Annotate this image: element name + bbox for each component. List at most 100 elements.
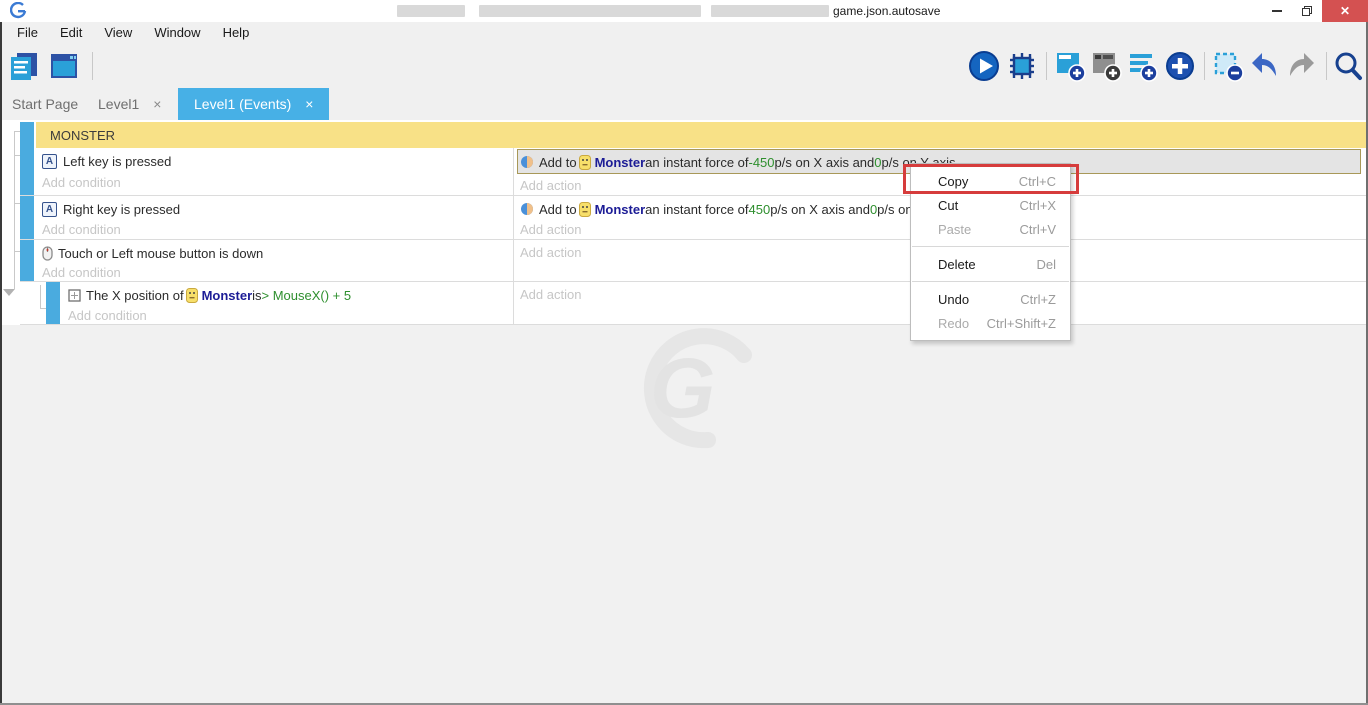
undo-icon[interactable] bbox=[1248, 50, 1280, 82]
condition-text: Right key is pressed bbox=[63, 202, 180, 217]
collapse-arrow-icon[interactable] bbox=[3, 289, 15, 296]
add-condition-link[interactable]: Add condition bbox=[68, 306, 147, 326]
condition-text: Touch or Left mouse button is down bbox=[58, 246, 263, 261]
menu-file[interactable]: File bbox=[6, 22, 49, 44]
action-add-force-row2[interactable]: Add to Monster an instant force of 450 p… bbox=[520, 198, 951, 220]
condition-x-position[interactable]: The X position of Monster is > MouseX() … bbox=[68, 284, 351, 306]
menu-item-shortcut: Ctrl+C bbox=[1019, 174, 1056, 189]
gdevelop-logo-icon bbox=[10, 2, 28, 20]
gdevelop-watermark: G bbox=[610, 325, 760, 455]
menu-item-shortcut: Ctrl+X bbox=[1020, 198, 1056, 213]
scene-editor-icon[interactable] bbox=[48, 50, 80, 82]
tab-close-icon[interactable]: × bbox=[305, 96, 313, 112]
mouse-icon bbox=[42, 246, 53, 261]
condition-left-key[interactable]: A Left key is pressed bbox=[42, 150, 171, 172]
condition-expression: > MouseX() + 5 bbox=[262, 288, 352, 303]
action-text: p/s on X axis and bbox=[775, 155, 875, 170]
add-other-event-icon[interactable] bbox=[1164, 50, 1196, 82]
action-text: p/s on X axis and bbox=[770, 202, 870, 217]
keyboard-key-icon: A bbox=[42, 154, 57, 169]
minimize-icon bbox=[1272, 10, 1282, 12]
menu-separator bbox=[912, 246, 1069, 247]
add-action-link[interactable]: Add action bbox=[520, 220, 581, 240]
toolbar-separator bbox=[1046, 52, 1047, 80]
monster-object-icon bbox=[579, 155, 591, 170]
action-add-force-row1[interactable]: Add to Monster an instant force of -450 … bbox=[520, 151, 955, 173]
add-event-icon[interactable] bbox=[1054, 50, 1086, 82]
toolbar bbox=[0, 44, 1368, 88]
row-divider bbox=[20, 281, 1368, 282]
group-event-bar[interactable] bbox=[20, 122, 34, 148]
tab-close-icon[interactable]: × bbox=[153, 96, 161, 112]
add-condition-link[interactable]: Add condition bbox=[42, 263, 121, 283]
menu-view[interactable]: View bbox=[93, 22, 143, 44]
debug-icon[interactable] bbox=[1006, 50, 1038, 82]
tab-start-page[interactable]: Start Page bbox=[12, 88, 78, 120]
add-comment-icon[interactable] bbox=[1126, 50, 1158, 82]
tab-label: Level1 (Events) bbox=[194, 96, 291, 112]
tree-connector bbox=[40, 285, 41, 309]
row-divider bbox=[20, 239, 1368, 240]
context-menu: Copy Ctrl+C Cut Ctrl+X Paste Ctrl+V Dele… bbox=[910, 163, 1071, 341]
menu-item-shortcut: Ctrl+Z bbox=[1020, 292, 1056, 307]
condition-right-key[interactable]: A Right key is pressed bbox=[42, 198, 180, 220]
sub-event-bar[interactable] bbox=[46, 282, 60, 324]
redo-icon[interactable] bbox=[1286, 50, 1318, 82]
action-value: -450 bbox=[749, 155, 775, 170]
restore-button[interactable] bbox=[1292, 0, 1322, 22]
context-menu-copy[interactable]: Copy Ctrl+C bbox=[911, 169, 1070, 193]
add-sub-event-icon[interactable] bbox=[1090, 50, 1122, 82]
menu-help[interactable]: Help bbox=[212, 22, 261, 44]
title-bar: game.json.autosave ✕ bbox=[0, 0, 1368, 22]
unselect-all-icon[interactable] bbox=[1212, 50, 1244, 82]
toolbar-separator bbox=[1326, 52, 1327, 80]
menu-item-shortcut: Del bbox=[1036, 257, 1056, 272]
tab-label: Start Page bbox=[12, 96, 78, 112]
minimize-button[interactable] bbox=[1262, 0, 1292, 22]
monster-object-icon bbox=[579, 202, 591, 217]
redacted-title-block bbox=[397, 5, 465, 17]
action-value: 0 bbox=[870, 202, 877, 217]
tab-level1[interactable]: Level1 × bbox=[98, 88, 161, 120]
keyboard-key-icon: A bbox=[42, 202, 57, 217]
window-title: game.json.autosave bbox=[833, 4, 940, 18]
tab-bar: Start Page Level1 × Level1 (Events) × bbox=[0, 88, 1368, 120]
project-manager-icon[interactable] bbox=[8, 50, 40, 82]
add-action-link[interactable]: Add action bbox=[520, 285, 581, 305]
context-menu-delete[interactable]: Delete Del bbox=[911, 252, 1070, 276]
menu-item-shortcut: Ctrl+V bbox=[1020, 222, 1056, 237]
event-bar[interactable] bbox=[20, 196, 34, 239]
condition-touch-mouse[interactable]: Touch or Left mouse button is down bbox=[42, 242, 263, 264]
group-header[interactable]: MONSTER bbox=[36, 122, 1368, 148]
condition-action-divider bbox=[513, 148, 514, 325]
events-sheet[interactable]: G MONSTER A Left key is pressed Add cond… bbox=[0, 120, 1368, 705]
add-condition-link[interactable]: Add condition bbox=[42, 173, 121, 193]
menu-item-label: Redo bbox=[938, 316, 969, 331]
menu-separator bbox=[912, 281, 1069, 282]
add-action-link[interactable]: Add action bbox=[520, 176, 581, 196]
add-action-link[interactable]: Add action bbox=[520, 243, 581, 263]
play-icon[interactable] bbox=[968, 50, 1000, 82]
tab-label: Level1 bbox=[98, 96, 139, 112]
toolbar-separator bbox=[1204, 52, 1205, 80]
action-value: 0 bbox=[874, 155, 881, 170]
menu-item-label: Undo bbox=[938, 292, 969, 307]
context-menu-undo[interactable]: Undo Ctrl+Z bbox=[911, 287, 1070, 311]
toolbar-separator bbox=[92, 52, 93, 80]
action-value: 450 bbox=[749, 202, 771, 217]
menu-window[interactable]: Window bbox=[143, 22, 211, 44]
hand-force-icon bbox=[520, 155, 534, 169]
context-menu-cut[interactable]: Cut Ctrl+X bbox=[911, 193, 1070, 217]
context-menu-redo[interactable]: Redo Ctrl+Shift+Z bbox=[911, 311, 1070, 335]
event-bar[interactable] bbox=[20, 240, 34, 281]
redacted-title-block bbox=[479, 5, 701, 17]
window-left-edge bbox=[0, 22, 2, 705]
close-button[interactable]: ✕ bbox=[1322, 0, 1368, 22]
tab-level1-events[interactable]: Level1 (Events) × bbox=[178, 88, 329, 120]
event-bar[interactable] bbox=[20, 148, 34, 195]
add-condition-link[interactable]: Add condition bbox=[42, 220, 121, 240]
menu-edit[interactable]: Edit bbox=[49, 22, 93, 44]
menu-item-label: Paste bbox=[938, 222, 971, 237]
context-menu-paste[interactable]: Paste Ctrl+V bbox=[911, 217, 1070, 241]
search-icon[interactable] bbox=[1332, 50, 1364, 82]
